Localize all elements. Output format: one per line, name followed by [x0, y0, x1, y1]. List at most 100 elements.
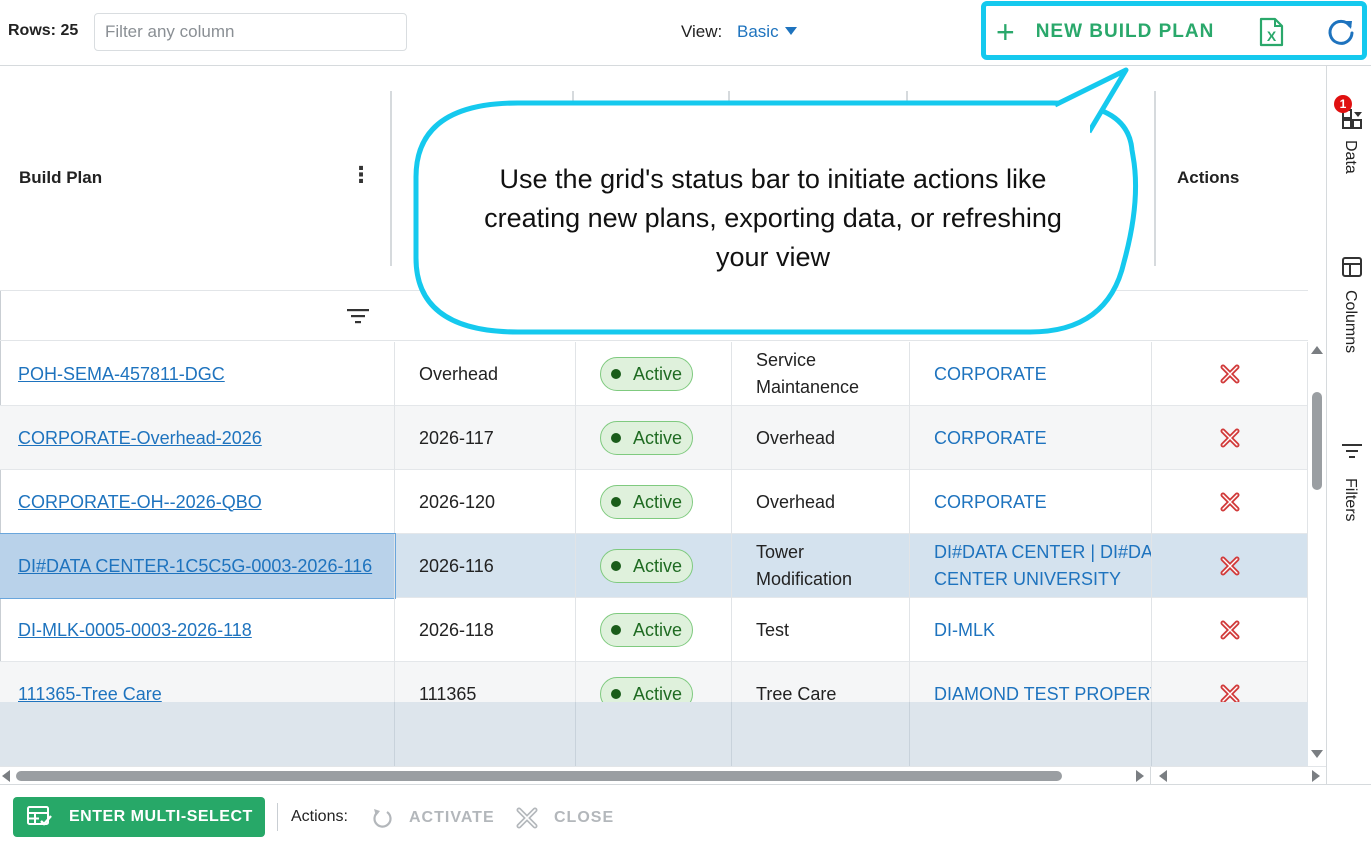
cell-build-plan[interactable]: DI-MLK-0005-0003-2026-118: [0, 598, 395, 662]
cell-status: Active: [576, 342, 732, 406]
budget-cell: Overhead: [419, 363, 499, 384]
delete-row-icon[interactable]: [1220, 620, 1240, 640]
cell-build-plan[interactable]: CORPORATE-Overhead-2026: [0, 406, 395, 470]
grid-status-bar: Rows: 25 View: Basic + NEW BUILD PLAN X: [0, 0, 1371, 66]
header-budget[interactable]: B: [420, 156, 432, 176]
header-build-plan[interactable]: Build Plan: [19, 168, 102, 188]
delete-row-icon[interactable]: [1220, 364, 1240, 384]
column-menu-icon[interactable]: ⋮: [350, 164, 372, 186]
view-select[interactable]: Basic: [737, 22, 797, 42]
callout-text: Use the grid's status bar to initiate ac…: [484, 164, 1062, 272]
filter-icon[interactable]: [346, 306, 370, 326]
cell-budget: 2026-116: [395, 534, 576, 598]
cell-actions[interactable]: [1152, 406, 1308, 470]
side-panel: 1 Data Columns Filters: [1326, 66, 1371, 784]
vertical-scrollbar[interactable]: [1308, 340, 1326, 766]
cell-budget: Overhead: [395, 342, 576, 406]
type-line-1: Overhead: [756, 491, 836, 512]
status-dot-icon: [611, 369, 621, 379]
type-line-1: Overhead: [756, 427, 836, 448]
close-button[interactable]: CLOSE: [516, 807, 614, 829]
activate-icon: [373, 809, 392, 828]
table-row[interactable]: CORPORATE-OH--2026-QBO 2026-120 Active Over…: [0, 470, 1308, 534]
type-line-2: Maintanence: [756, 377, 860, 397]
cell-property[interactable]: CORPORATE: [910, 470, 1152, 534]
property-link[interactable]: CORPORATE: [934, 361, 1047, 388]
status-badge: Active: [600, 549, 694, 583]
status-dot-icon: [611, 497, 621, 507]
multi-select-label: ENTER MULTI-SELECT: [69, 808, 253, 825]
scroll-down-icon[interactable]: [1311, 750, 1323, 758]
horizontal-scrollbar[interactable]: [0, 766, 1326, 785]
property-link[interactable]: CORPORATE: [934, 489, 1047, 516]
status-badge: Active: [600, 421, 694, 455]
cell-type: Test: [732, 598, 910, 662]
scroll-right-icon[interactable]: [1136, 770, 1144, 782]
filters-icon: [1342, 444, 1362, 458]
type-line-2: Modification: [756, 569, 853, 589]
table-row[interactable]: DI-MLK-0005-0003-2026-118 2026-118 Active T…: [0, 598, 1308, 662]
type-line-1: Service: [756, 350, 817, 370]
delete-row-icon[interactable]: [1220, 684, 1240, 704]
cell-property[interactable]: DI-MLK: [910, 598, 1152, 662]
delete-row-icon[interactable]: [1220, 428, 1240, 448]
cell-build-plan[interactable]: DI#DATA CENTER-1C5C5G-0003-2026-116: [0, 533, 396, 599]
build-plan-link[interactable]: POH-SEMA-457811-DGC: [18, 361, 225, 388]
delete-row-icon[interactable]: [1220, 556, 1240, 576]
side-tab-columns[interactable]: Columns: [1327, 254, 1371, 374]
cell-actions[interactable]: [1152, 534, 1308, 598]
side-tab-filters-label: Filters: [1342, 478, 1359, 522]
property-link[interactable]: DI-MLK: [934, 617, 995, 644]
filter-any-column-input[interactable]: [94, 13, 407, 51]
cell-budget: 2026-120: [395, 470, 576, 534]
type-line-1: Tree Care: [756, 683, 837, 704]
cell-property[interactable]: CORPORATE: [910, 342, 1152, 406]
cell-property[interactable]: DI#DATA CENTER | DI#DAT CENTER UNIVERSITY: [910, 534, 1152, 598]
status-dot-icon: [611, 561, 621, 571]
budget-cell: 2026-117: [419, 427, 494, 448]
property-line-1: DI#DATA CENTER | DI#DAT: [934, 542, 1152, 562]
cell-budget: 2026-118: [395, 598, 576, 662]
cell-status: Active: [576, 406, 732, 470]
type-cell: Service Maintanence: [756, 347, 859, 401]
table-row[interactable]: POH-SEMA-457811-DGC Overhead Active Service…: [0, 342, 1308, 406]
close-icon: [516, 807, 538, 829]
side-tab-data-label: Data: [1342, 140, 1359, 174]
scroll-left-icon[interactable]: [2, 770, 10, 782]
delete-row-icon[interactable]: [1220, 492, 1240, 512]
build-plan-link[interactable]: CORPORATE-OH--2026-QBO: [18, 489, 262, 516]
table-row[interactable]: DI#DATA CENTER-1C5C5G-0003-2026-116 2026-…: [0, 533, 1308, 599]
side-tab-filters[interactable]: Filters: [1327, 440, 1371, 540]
table-row[interactable]: CORPORATE-Overhead-2026 2026-117 Active Ove…: [0, 406, 1308, 470]
status-badge: Active: [600, 485, 694, 519]
cell-actions[interactable]: [1152, 342, 1308, 406]
cell-build-plan[interactable]: CORPORATE-OH--2026-QBO: [0, 470, 395, 534]
cell-build-plan[interactable]: POH-SEMA-457811-DGC: [0, 342, 395, 406]
pinned-scroll-right-icon[interactable]: [1312, 770, 1320, 782]
property-line-1: CORPORATE: [934, 491, 1047, 512]
property-link[interactable]: CORPORATE: [934, 425, 1047, 452]
grid-empty-area: [0, 702, 1308, 766]
enter-multi-select-button[interactable]: ENTER MULTI-SELECT: [13, 797, 265, 837]
budget-cell: 2026-118: [419, 619, 494, 640]
type-line-1: Tower: [756, 542, 805, 562]
status-dot-icon: [611, 433, 621, 443]
scroll-up-icon[interactable]: [1311, 346, 1323, 354]
vertical-scroll-thumb[interactable]: [1312, 392, 1322, 490]
cell-status: Active: [576, 470, 732, 534]
status-dot-icon: [611, 689, 621, 699]
cell-actions[interactable]: [1152, 598, 1308, 662]
activate-button[interactable]: ACTIVATE: [371, 807, 495, 829]
type-line-1: Test: [756, 619, 790, 640]
property-link[interactable]: DI#DATA CENTER | DI#DAT CENTER UNIVERSITY: [934, 539, 1152, 593]
cell-actions[interactable]: [1152, 470, 1308, 534]
build-plan-link[interactable]: CORPORATE-Overhead-2026: [18, 425, 262, 452]
horizontal-scroll-thumb[interactable]: [16, 771, 1062, 781]
build-plan-link[interactable]: DI-MLK-0005-0003-2026-118: [18, 617, 252, 644]
header-actions: Actions: [1177, 168, 1240, 187]
status-label: Active: [633, 619, 683, 640]
pinned-scroll-left-icon[interactable]: [1159, 770, 1167, 782]
cell-property[interactable]: CORPORATE: [910, 406, 1152, 470]
build-plan-link[interactable]: DI#DATA CENTER-1C5C5G-0003-2026-116: [18, 553, 372, 580]
side-tab-data[interactable]: 1 Data: [1327, 95, 1371, 216]
